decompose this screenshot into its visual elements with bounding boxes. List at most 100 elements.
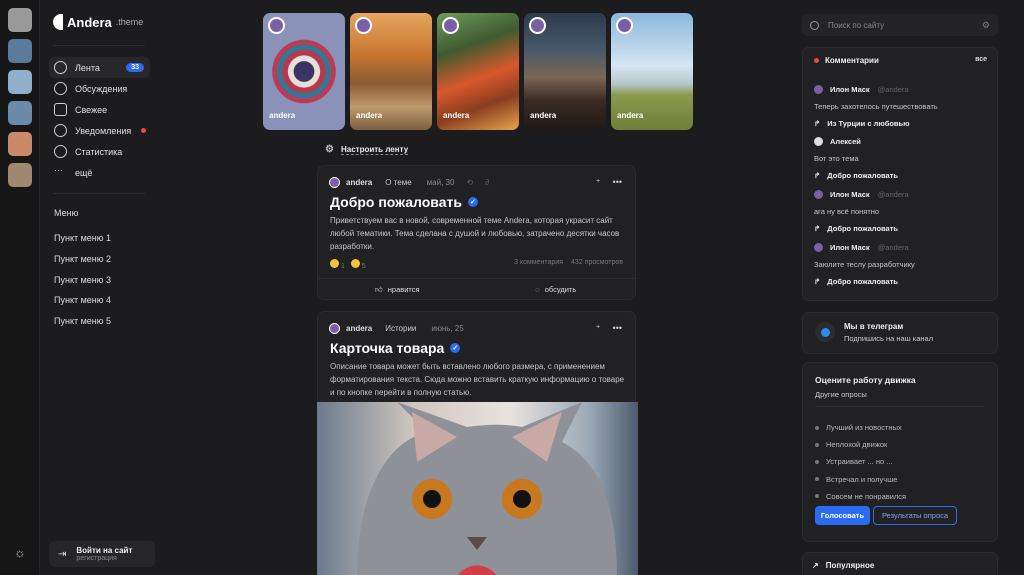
post-text: Описание товара может быть вставлено люб… bbox=[330, 362, 625, 397]
tune-feed-label: Настроить ленту bbox=[340, 144, 409, 155]
radio-icon bbox=[815, 459, 819, 464]
avatar bbox=[355, 17, 372, 34]
popular-header[interactable]: ↗ Популярное bbox=[812, 561, 874, 570]
post-title-text: Карточка товара bbox=[330, 340, 445, 356]
nav-item-fresh[interactable]: Свежее bbox=[49, 99, 150, 120]
story-author: andera bbox=[443, 111, 470, 120]
like-button[interactable]: 👍︎ нравится bbox=[318, 279, 477, 300]
post-text: Приветствуем вас в новой, современной те… bbox=[330, 216, 620, 251]
vote-button[interactable]: Голосовать bbox=[815, 506, 870, 525]
telegram-widget[interactable]: Мы в телеграм Подпишись на наш канал bbox=[802, 312, 998, 354]
comment-user[interactable]: Алексей bbox=[830, 137, 861, 146]
telegram-icon bbox=[815, 322, 835, 342]
live-dot bbox=[814, 58, 819, 63]
nav-item-notifications[interactable]: Уведомления bbox=[49, 120, 150, 141]
poll-option[interactable]: Устраивает ... но ... bbox=[815, 453, 906, 470]
post-date: май, 30 bbox=[426, 178, 455, 187]
settings-icon[interactable]: ⚙ bbox=[982, 20, 990, 31]
logo-icon bbox=[53, 14, 63, 30]
story-card[interactable]: andera bbox=[524, 13, 606, 130]
other-polls-link[interactable]: Другие опросы bbox=[815, 390, 867, 399]
story-card[interactable]: andera bbox=[611, 13, 693, 130]
post-author[interactable]: andera bbox=[346, 324, 372, 333]
login-icon: ⇥ bbox=[58, 548, 67, 560]
poll-option-label: Встречал и получше bbox=[826, 474, 898, 484]
comment-post-link[interactable]: ↱ Добро пожаловать bbox=[814, 224, 990, 233]
post-category[interactable]: Истории bbox=[385, 324, 416, 333]
comment-post-link[interactable]: ↱ Добро пожаловать bbox=[814, 277, 990, 286]
follow-user-icon[interactable]: ⁺ bbox=[596, 177, 601, 188]
poll-results-button[interactable]: Результаты опроса bbox=[873, 506, 957, 525]
more-icon[interactable]: ••• bbox=[613, 323, 622, 334]
reply-arrow-icon: ↱ bbox=[814, 171, 821, 180]
comment-user[interactable]: Илон Маск bbox=[830, 190, 870, 199]
more-icon[interactable]: ••• bbox=[613, 177, 622, 188]
story-card[interactable]: andera bbox=[263, 13, 345, 130]
comment-user[interactable]: Илон Маск bbox=[830, 85, 870, 94]
tune-feed-link[interactable]: ⚙ Настроить ленту bbox=[325, 144, 409, 155]
comment-user[interactable]: Илон Маск bbox=[830, 243, 870, 252]
app-thumb[interactable] bbox=[7, 101, 32, 125]
post-image[interactable] bbox=[317, 402, 638, 575]
app-thumb[interactable] bbox=[7, 163, 32, 187]
reply-arrow-icon: ↱ bbox=[814, 277, 821, 286]
app-thumb[interactable] bbox=[7, 39, 32, 63]
comments-all-link[interactable]: все bbox=[975, 56, 987, 63]
comment-handle: @andera bbox=[877, 190, 909, 199]
poll-option-label: Лучший из новостных bbox=[826, 423, 902, 433]
nav-item-feed[interactable]: Лента 33 bbox=[49, 57, 150, 78]
story-card[interactable]: andera bbox=[350, 13, 432, 130]
post-title[interactable]: Добро пожаловать ✓ bbox=[330, 194, 478, 210]
login-title: Войти на сайт bbox=[76, 546, 133, 555]
search-placeholder: Поиск по сайту bbox=[828, 20, 885, 30]
avatar bbox=[329, 177, 340, 188]
sun-icon[interactable]: ☼ bbox=[12, 544, 28, 560]
register-link[interactable]: регистрация bbox=[76, 555, 132, 562]
comments-title: Комментарии bbox=[825, 56, 879, 65]
compass-icon bbox=[54, 61, 67, 74]
story-card[interactable]: andera bbox=[437, 13, 519, 130]
poll-option[interactable]: Неплохой движок bbox=[815, 436, 906, 453]
avatar bbox=[329, 323, 340, 334]
poll-option[interactable]: Лучший из новостных bbox=[815, 419, 906, 436]
poll-option[interactable]: Совсем не понравился bbox=[815, 488, 906, 505]
post-footer: 👍︎ нравится ◌ обсудить bbox=[318, 278, 635, 300]
comment-count[interactable]: 3 комментария bbox=[514, 259, 563, 270]
avatar bbox=[442, 17, 459, 34]
popular-title: Популярное bbox=[825, 561, 875, 570]
search-input[interactable]: Поиск по сайту ⚙ bbox=[802, 14, 998, 36]
discuss-label: обсудить bbox=[544, 285, 577, 294]
main-nav: Лента 33 Обсуждения Свежее Уведомления С… bbox=[49, 57, 150, 183]
post-category[interactable]: О теме bbox=[385, 178, 411, 187]
login-button[interactable]: ⇥ Войти на сайт регистрация bbox=[49, 541, 155, 567]
notification-dot bbox=[141, 128, 146, 133]
comment-post-link[interactable]: ↱ Добро пожаловать bbox=[814, 171, 990, 180]
post-title[interactable]: Карточка товара ✓ bbox=[330, 340, 461, 356]
menu-item[interactable]: Пункт меню 3 bbox=[54, 270, 111, 291]
app-thumb[interactable] bbox=[7, 132, 32, 156]
attach-icon: ∂ bbox=[485, 178, 490, 187]
poll-option[interactable]: Встречал и получше bbox=[815, 471, 906, 488]
discuss-button[interactable]: ◌ обсудить bbox=[477, 279, 636, 300]
menu-item[interactable]: Пункт меню 5 bbox=[54, 311, 111, 332]
reactions[interactable]: 1 5 bbox=[330, 259, 366, 270]
post-author[interactable]: andera bbox=[346, 178, 372, 187]
app-thumb[interactable] bbox=[7, 8, 32, 32]
app-thumb[interactable] bbox=[7, 70, 32, 94]
menu-item[interactable]: Пункт меню 4 bbox=[54, 290, 111, 311]
menu-item[interactable]: Пункт меню 1 bbox=[54, 228, 111, 249]
comment-item: Илон Маск @andera Теперь захотелось путеш… bbox=[814, 85, 990, 128]
follow-user-icon[interactable]: ⁺ bbox=[596, 323, 601, 334]
brand[interactable]: Andera .theme bbox=[53, 14, 143, 30]
reaction[interactable]: 1 bbox=[330, 259, 345, 270]
reaction[interactable]: 5 bbox=[350, 259, 366, 270]
poll-options: Лучший из новостных Неплохой движок Устр… bbox=[815, 419, 906, 505]
nav-item-stats[interactable]: Статистика bbox=[49, 141, 150, 162]
nav-label: Лента bbox=[75, 62, 100, 73]
menu-item[interactable]: Пункт меню 2 bbox=[54, 249, 111, 270]
nav-item-more[interactable]: ··· ещё bbox=[49, 162, 150, 183]
comment-post-link[interactable]: ↱ Из Турции с любовью bbox=[814, 119, 990, 128]
app-strip: ☼ bbox=[0, 0, 40, 575]
divider bbox=[53, 193, 145, 194]
nav-item-discussions[interactable]: Обсуждения bbox=[49, 78, 150, 99]
